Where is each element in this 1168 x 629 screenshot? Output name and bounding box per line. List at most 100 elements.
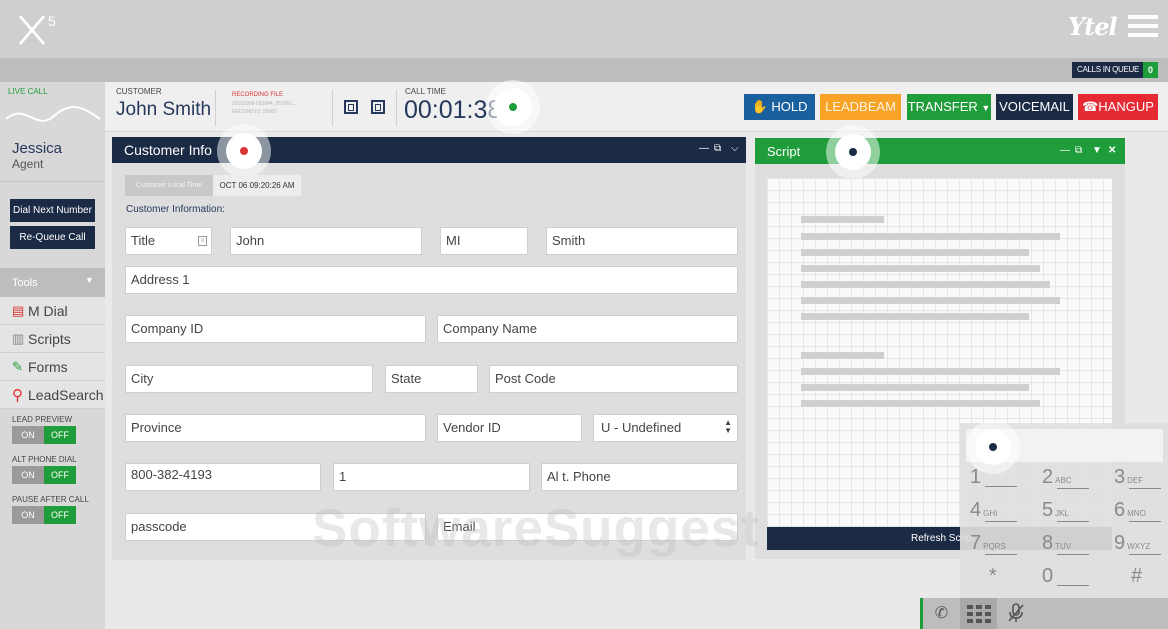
mute-microphone-icon[interactable]: [997, 598, 1034, 629]
dial-next-number-button[interactable]: Dial Next Number: [10, 199, 95, 222]
province-field[interactable]: Province: [125, 414, 426, 442]
agent-name: Jessica: [12, 140, 63, 157]
key-letters: JKL: [1055, 509, 1069, 518]
dialpad-key-hash[interactable]: #: [1131, 565, 1142, 588]
divider: [985, 521, 1017, 522]
leadbeam-button[interactable]: LEADBEAM: [820, 94, 901, 120]
alt-phone-dial-label: ALT PHONE DIAL: [12, 455, 77, 464]
phone-icon[interactable]: ✆: [923, 598, 960, 629]
calls-in-queue-label: CALLS IN QUEUE: [1072, 62, 1145, 78]
recording-file-name: 20151006-093844_587951...: [232, 101, 297, 107]
middle-initial-field[interactable]: MI: [440, 227, 528, 255]
divider: [1057, 488, 1089, 489]
undefined-select[interactable]: U - Undefined ▲ ▼: [593, 414, 738, 442]
script-text-line: [801, 265, 1040, 272]
hamburger-menu-icon[interactable]: [1128, 15, 1158, 39]
pause-after-call-off[interactable]: OFF: [44, 506, 76, 524]
voicemail-button[interactable]: VOICEMAIL: [996, 94, 1073, 120]
vendor-id-field[interactable]: Vendor ID: [437, 414, 582, 442]
key-digit: 7: [970, 532, 982, 554]
dialpad-key-8[interactable]: 8 TUV: [1042, 532, 1071, 555]
first-name-field[interactable]: John: [230, 227, 422, 255]
hangup-button[interactable]: ☎HANGUP: [1078, 94, 1158, 120]
calculator-icon: ▤: [12, 303, 25, 318]
phone-code-field[interactable]: 1: [333, 463, 530, 491]
dialpad-key-9[interactable]: 9 WXYZ: [1114, 532, 1150, 555]
pause-after-call-on[interactable]: ON: [12, 506, 44, 524]
dialpad-key-7[interactable]: 7 PQRS: [970, 532, 1006, 555]
title-field[interactable]: Title ≡: [125, 227, 212, 255]
hand-icon: ✋: [751, 99, 768, 114]
company-name-field[interactable]: Company Name: [437, 315, 738, 343]
popout-icon[interactable]: ⧉: [1075, 145, 1082, 156]
layout-alt-icon[interactable]: [371, 100, 385, 114]
key-digit: 8: [1042, 532, 1054, 554]
minimize-icon[interactable]: —: [699, 143, 709, 154]
dialpad-key-4[interactable]: 4 GHI: [970, 499, 997, 522]
calls-in-queue-count: 0: [1143, 62, 1158, 78]
address1-field[interactable]: Address 1: [125, 266, 738, 294]
voicemail-label: VOICEMAIL: [999, 99, 1070, 114]
svg-text:5: 5: [48, 13, 56, 29]
caret-down-icon[interactable]: ▼: [85, 275, 94, 285]
dialpad-key-star[interactable]: *: [989, 565, 997, 588]
audio-wave-icon: [6, 106, 100, 122]
tutorial-hotspot: [217, 124, 271, 178]
script-text-line: [801, 233, 1060, 240]
hold-label: HOLD: [771, 99, 808, 114]
close-icon[interactable]: ✕: [1108, 145, 1116, 156]
divider: [1129, 554, 1161, 555]
caret-down-icon[interactable]: ▼: [1092, 145, 1102, 156]
customer-information-label: Customer Information:: [126, 204, 225, 215]
layout-icon[interactable]: [344, 100, 358, 114]
dialpad-key-6[interactable]: 6 MNO: [1114, 499, 1146, 522]
post-code-field[interactable]: Post Code: [489, 365, 738, 393]
company-id-field[interactable]: Company ID: [125, 315, 426, 343]
lead-preview-on[interactable]: ON: [12, 426, 44, 444]
state-field[interactable]: State: [385, 365, 478, 393]
recording-file-label: RECORDING FILE: [232, 92, 284, 98]
alt-phone-field[interactable]: Al t. Phone: [541, 463, 738, 491]
dialpad-key-3[interactable]: 3 DEF: [1114, 466, 1143, 489]
key-digit: #: [1131, 565, 1143, 587]
chevron-down-icon[interactable]: ⌵: [731, 143, 739, 154]
popout-icon[interactable]: ⧉: [714, 143, 721, 154]
script-text-line: [801, 384, 1029, 391]
script-text-line: [801, 281, 1050, 288]
dialpad-key-1[interactable]: 1: [970, 466, 981, 489]
mic-slash-icon: [1007, 603, 1024, 622]
hold-button[interactable]: ✋ HOLD: [744, 94, 815, 120]
minimize-icon[interactable]: —: [1060, 145, 1070, 156]
key-digit: 6: [1114, 499, 1126, 521]
divider: [1057, 521, 1089, 522]
script-text-line: [801, 216, 884, 223]
caret-down-icon: ▼: [981, 103, 991, 113]
dialpad-key-2[interactable]: 2 ABC: [1042, 466, 1072, 489]
transfer-button[interactable]: TRANSFER ▼: [907, 94, 991, 120]
lead-preview-label: LEAD PREVIEW: [12, 415, 73, 424]
last-name-field[interactable]: Smith: [546, 227, 738, 255]
key-letters: WXYZ: [1127, 542, 1151, 551]
customer-label: CUSTOMER: [116, 87, 162, 96]
live-call-label: LIVE CALL: [8, 87, 48, 96]
script-text-line: [801, 368, 1060, 375]
alt-phone-dial-off[interactable]: OFF: [44, 466, 76, 484]
phone-field[interactable]: 800-382-4193: [125, 463, 321, 491]
sidebar-item-label: LeadSearch: [28, 387, 104, 403]
keypad-icon[interactable]: [960, 598, 997, 629]
customer-name: John Smith: [116, 99, 212, 120]
dialpad-key-5[interactable]: 5 JKL: [1042, 499, 1069, 522]
divider: [215, 90, 216, 126]
customer-local-time: OCT 06 09:20:26 AM: [213, 175, 301, 196]
city-field[interactable]: City: [125, 365, 373, 393]
requeue-call-button[interactable]: Re-Queue Call: [10, 226, 95, 249]
key-letters: DEF: [1127, 476, 1144, 485]
sidebar-item-label: Scripts: [28, 331, 71, 347]
live-call-indicator: LIVE CALL: [0, 82, 105, 132]
ytel-logo: Ytel: [1068, 12, 1118, 41]
undefined-select-value: U - Undefined: [601, 420, 682, 435]
alt-phone-dial-on[interactable]: ON: [12, 466, 44, 484]
key-digit: *: [989, 565, 997, 587]
lead-preview-off[interactable]: OFF: [44, 426, 76, 444]
dialpad-key-0[interactable]: 0: [1042, 565, 1053, 588]
